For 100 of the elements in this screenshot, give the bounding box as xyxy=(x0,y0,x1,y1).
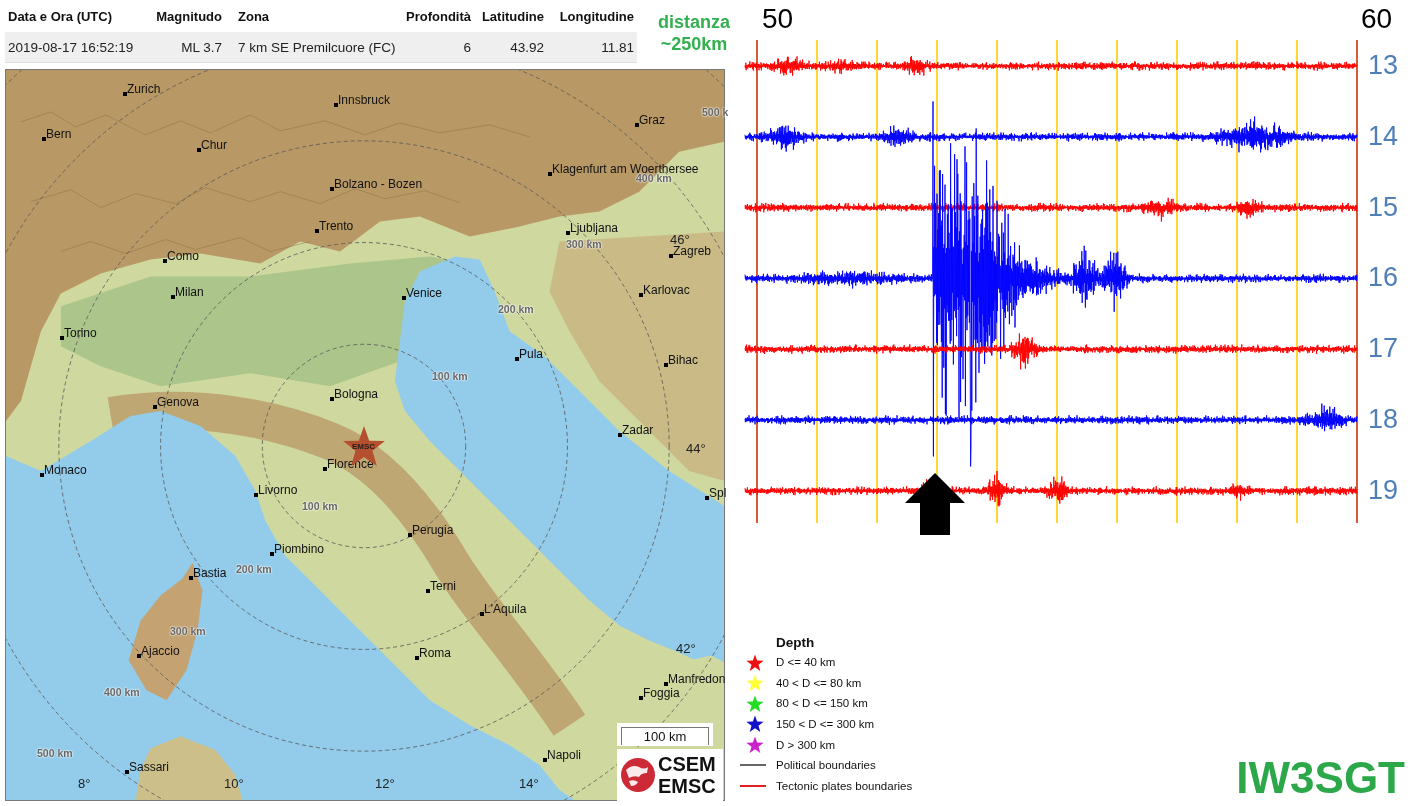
city-marker-icon xyxy=(270,552,274,556)
column-header: Zona xyxy=(237,8,271,24)
city-label: Zurich xyxy=(127,83,161,96)
latitude-label: 42° xyxy=(676,641,696,656)
table-cell-text: ML 3.7 xyxy=(180,39,223,55)
legend-label: 40 < D <= 80 km xyxy=(776,676,862,689)
city-marker-icon xyxy=(189,576,193,580)
table-cell-text: 2019-08-17 16:52:19 xyxy=(7,39,135,55)
table-cell-text: 6 xyxy=(462,39,472,55)
legend-label: Tectonic plates boundaries xyxy=(776,779,913,792)
hour-label: 16 xyxy=(1368,261,1399,294)
city-label: L'Aquila xyxy=(484,603,527,616)
logo-text: EMSC xyxy=(658,775,716,797)
longitude-label: 14° xyxy=(519,776,539,791)
city-marker-icon xyxy=(197,148,201,152)
city-label: Trento xyxy=(319,220,354,233)
city-label: Zadar xyxy=(622,424,654,437)
hour-label: 14 xyxy=(1368,119,1399,152)
city-marker-icon xyxy=(163,259,167,263)
column-header: Magnitudo xyxy=(155,8,223,24)
distance-ring-label: 100 km xyxy=(432,370,468,382)
city-label: Torino xyxy=(64,327,97,340)
station-callsign: IW3SGT xyxy=(1236,753,1406,804)
city-marker-icon xyxy=(330,187,334,191)
city-marker-icon xyxy=(639,696,643,700)
latitude-label: 46° xyxy=(670,232,690,247)
globe-icon xyxy=(620,757,656,793)
city-marker-icon xyxy=(334,103,338,107)
city-label: Monaco xyxy=(44,464,87,477)
column-header: Data e Ora (UTC) xyxy=(7,8,114,24)
city-marker-icon xyxy=(635,123,639,127)
city-label: Terni xyxy=(430,580,456,593)
table-cell-text: 7 km SE Premilcuore (FC) xyxy=(237,39,397,55)
longitude-label: 8° xyxy=(78,776,91,791)
column-header: Profondità xyxy=(405,8,472,24)
city-label: Bolzano - Bozen xyxy=(334,178,423,191)
city-marker-icon xyxy=(60,336,64,340)
city-label: Livorno xyxy=(258,484,298,497)
distance-ring-label: 300 km xyxy=(566,238,602,250)
city-marker-icon xyxy=(153,405,157,409)
city-marker-icon xyxy=(669,254,673,258)
city-label: Ajaccio xyxy=(141,645,180,658)
city-marker-icon xyxy=(566,231,570,235)
legend-title: Depth xyxy=(775,634,816,652)
city-marker-icon xyxy=(315,229,319,233)
up-arrow-icon xyxy=(905,473,965,535)
city-marker-icon xyxy=(515,357,519,361)
city-marker-icon xyxy=(639,293,643,297)
city-label: Piombino xyxy=(274,543,325,556)
legend-label: 80 < D <= 150 km xyxy=(776,697,868,710)
city-marker-icon xyxy=(664,363,668,367)
city-label: Bihac xyxy=(668,354,699,367)
column-header: Latitudine xyxy=(480,8,545,24)
hour-label: 17 xyxy=(1368,332,1399,365)
city-label: Spl xyxy=(709,487,727,500)
city-marker-icon xyxy=(664,682,668,686)
legend-label: 150 < D <= 300 km xyxy=(776,718,875,731)
city-label: Foggia xyxy=(643,687,680,700)
city-marker-icon xyxy=(254,493,258,497)
longitude-label: 12° xyxy=(375,776,395,791)
city-marker-icon xyxy=(705,496,709,500)
distance-ring-label: 200 km xyxy=(236,563,272,575)
city-label: Manfredon xyxy=(668,673,726,686)
column-header: Longitudine xyxy=(558,8,635,24)
city-marker-icon xyxy=(323,467,327,471)
city-marker-icon xyxy=(42,137,46,141)
city-label: Bern xyxy=(46,128,72,141)
city-label: Chur xyxy=(201,139,227,152)
city-label: Venice xyxy=(406,287,443,300)
city-marker-icon xyxy=(330,397,334,401)
city-label: Zagreb xyxy=(673,245,712,258)
city-label: Como xyxy=(167,250,199,263)
city-label: Florence xyxy=(327,458,374,471)
legend-label: D > 300 km xyxy=(776,738,836,751)
city-label: Karlovac xyxy=(643,284,690,297)
distance-note: distanza ~250km xyxy=(657,11,731,55)
city-marker-icon xyxy=(408,533,412,537)
logo-text: CSEM xyxy=(658,753,716,775)
city-label: Ljubljana xyxy=(570,222,619,235)
city-label: Milan xyxy=(175,286,204,299)
scale-bar: 100 km xyxy=(617,723,713,746)
legend-label: Political boundaries xyxy=(776,759,876,772)
distance-ring-label: 100 km xyxy=(302,500,338,512)
city-marker-icon xyxy=(171,295,175,299)
city-marker-icon xyxy=(415,656,419,660)
city-label: Bologna xyxy=(334,388,379,401)
city-marker-icon xyxy=(40,473,44,477)
epicenter-label: EMSC xyxy=(352,442,376,451)
city-label: Klagenfurt am Woerthersee xyxy=(552,163,699,176)
legend-label: D <= 40 km xyxy=(776,656,836,669)
table-cell-text: 43.92 xyxy=(509,39,545,55)
distance-ring-label: 400 km xyxy=(104,686,140,698)
city-label: Graz xyxy=(639,114,665,127)
hour-label: 15 xyxy=(1368,190,1399,223)
table-cell-text: 11.81 xyxy=(600,39,635,55)
minute-label: 60 xyxy=(1361,3,1393,35)
city-label: Napoli xyxy=(547,749,582,762)
hour-label: 13 xyxy=(1368,49,1399,81)
city-marker-icon xyxy=(618,433,622,437)
city-marker-icon xyxy=(123,92,127,96)
